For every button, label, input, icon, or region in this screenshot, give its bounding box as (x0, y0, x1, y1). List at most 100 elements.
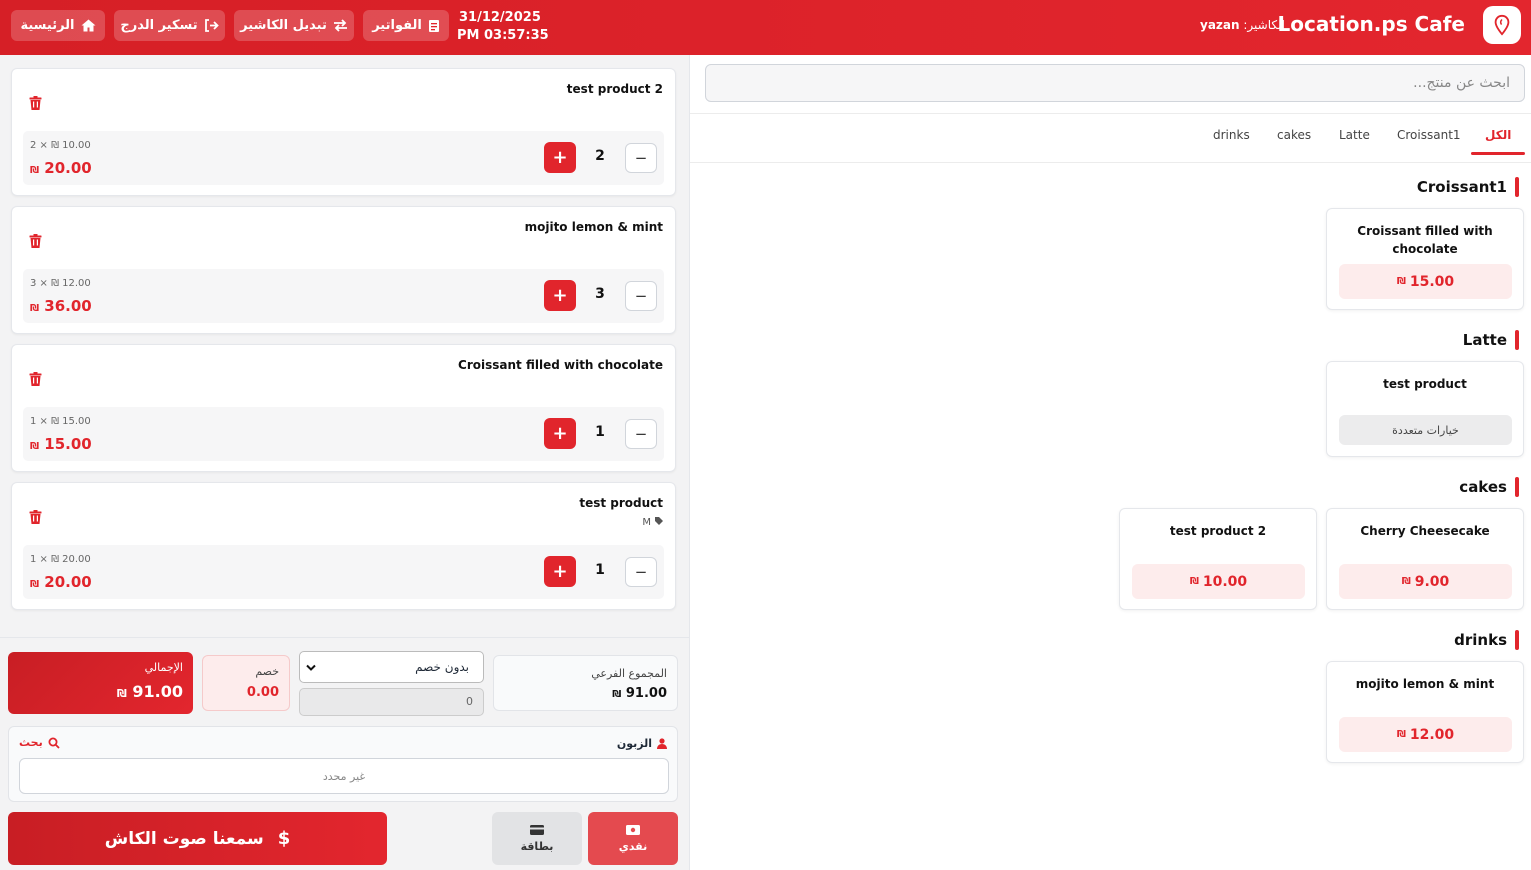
product-card[interactable]: test product خيارات متعددة (1326, 361, 1524, 457)
total-box: الإجمالي ₪ 91.00 (8, 652, 193, 714)
customer-label: الزبون (616, 737, 652, 750)
product-options-badge: خيارات متعددة (1339, 415, 1512, 445)
product-card[interactable]: test product 2 ₪ 10.00 (1119, 508, 1317, 610)
time-text: PM 03:57:35 (457, 28, 549, 43)
cart-item: Croissant filled with chocolate 1 × ₪ 15.… (11, 344, 676, 472)
products-panel: ابحث عن منتج... الكل Croissant1 Latte cakes… (689, 55, 1531, 870)
money-bill-icon (626, 824, 640, 835)
category-tab[interactable]: cakes (1277, 128, 1311, 142)
cashier-name: yazan (1200, 18, 1240, 32)
product-price: ₪ 9.00 (1339, 564, 1512, 599)
decrease-qty-button[interactable]: − (625, 557, 657, 587)
product-name: Croissant filled with chocolate (1357, 224, 1493, 256)
invoices-button[interactable]: الفواتير (363, 10, 449, 41)
invoices-label: الفواتير (372, 18, 422, 33)
customer-label-row: الزبون (617, 737, 667, 750)
currency-symbol: ₪ (1396, 729, 1406, 740)
currency-symbol: ₪ (1401, 576, 1411, 587)
discount-select[interactable]: بدون خصم (299, 651, 484, 683)
section-accent-bar (1515, 177, 1519, 197)
cart-list: test product 22 × ₪ 10.00 ₪ 20.00 +2− mojit… (0, 55, 689, 637)
discount-box: خصم 0.00 (202, 655, 290, 711)
discount-select-value: بدون خصم (415, 660, 469, 674)
discount-label: خصم (255, 665, 279, 678)
variant-label: M (642, 517, 651, 528)
cart-panel: test product 22 × ₪ 10.00 ₪ 20.00 +2− mojit… (0, 55, 689, 870)
category-tab[interactable]: Croissant1 (1397, 128, 1461, 142)
tag-icon (655, 517, 663, 528)
datetime: 31/12/2025 PM 03:57:35 (457, 9, 549, 45)
customer-search-label: بحث (19, 736, 43, 749)
search-icon (48, 737, 60, 749)
cashier-label: الكاشير: (1243, 18, 1285, 32)
quantity-value: 1 (595, 562, 605, 578)
currency-symbol: ₪ (1189, 576, 1199, 587)
section-heading: cakes (1459, 477, 1519, 497)
increase-qty-button[interactable]: + (544, 280, 576, 311)
cart-item: mojito lemon & mint 3 × ₪ 12.00 ₪ 36.00 +3 − (11, 206, 676, 334)
cart-item-unit-price: 3 × ₪ 12.00 (30, 278, 91, 289)
trash-icon[interactable] (29, 95, 42, 114)
close-drawer-button[interactable]: تسكير الدرج (114, 10, 225, 41)
cart-item-unit-price: 1 × ₪ 15.00 (30, 416, 91, 427)
customer-search-link[interactable]: بحث (19, 736, 60, 749)
order-summary: الإجمالي ₪ 91.00 خصم 0.00 بدون خصم 0 الم… (0, 637, 689, 870)
checkout-button[interactable]: $ سمعنا صوت الكاش (8, 812, 387, 865)
product-card[interactable]: mojito lemon & mint ₪ 12.00 (1326, 661, 1524, 763)
cart-item-unit-price: 2 × ₪ 10.00 (30, 140, 91, 151)
product-card[interactable]: Cherry Cheesecake ₪ 9.00 (1326, 508, 1524, 610)
cart-item-name: mojito lemon & mint (524, 220, 663, 234)
swap-arrows-icon (333, 19, 347, 32)
cashier-info: الكاشير: yazan (1200, 18, 1285, 32)
card-payment-button[interactable]: بطاقة (492, 812, 582, 865)
decrease-qty-button[interactable]: − (625, 143, 657, 173)
currency-symbol: ₪ (1396, 276, 1406, 287)
currency-symbol: ₪ (30, 441, 40, 452)
product-price: ₪ 12.00 (1339, 717, 1512, 752)
currency-symbol: ₪ (30, 165, 40, 176)
currency-symbol: ₪ (30, 579, 40, 590)
section-title: drinks (1454, 631, 1507, 649)
receipt-icon (428, 19, 439, 32)
subtotal-value: ₪ 91.00 (612, 686, 667, 701)
quantity-value: 3 (595, 286, 605, 302)
cart-item-controls: 3 × ₪ 12.00 ₪ 36.00 +3 − (23, 269, 664, 323)
total-label: الإجمالي (144, 661, 183, 674)
product-name: test product (1383, 377, 1467, 391)
category-tabs: الكل Croissant1 Latte cakes drinks (690, 113, 1531, 163)
trash-icon[interactable] (29, 233, 42, 252)
section-title: cakes (1459, 478, 1507, 496)
product-price: ₪ 10.00 (1132, 564, 1305, 599)
subtotal-label: المجموع الفرعي (591, 667, 667, 680)
total-value: ₪ 91.00 (116, 682, 183, 701)
increase-qty-button[interactable]: + (544, 556, 576, 587)
product-card[interactable]: Croissant filled with chocolate ₪ 15.00 (1326, 208, 1524, 310)
category-tab[interactable]: drinks (1213, 128, 1250, 142)
date-text: 31/12/2025 (459, 10, 541, 25)
discount-amount-input[interactable]: 0 (299, 688, 484, 716)
cart-item-total: ₪ 36.00 (30, 297, 92, 315)
trash-icon[interactable] (29, 371, 42, 390)
decrease-qty-button[interactable]: − (625, 419, 657, 449)
user-icon (657, 738, 667, 749)
increase-qty-button[interactable]: + (544, 418, 576, 449)
home-button[interactable]: الرئيسية (11, 10, 105, 41)
subtotal-box: المجموع الفرعي ₪ 91.00 (493, 655, 678, 711)
product-name: test product 2 (1169, 524, 1267, 538)
cash-payment-button[interactable]: نقدي (588, 812, 678, 865)
currency-symbol: ₪ (30, 303, 40, 314)
product-search-input[interactable]: ابحث عن منتج... (705, 64, 1525, 102)
credit-card-icon (530, 824, 544, 835)
customer-field[interactable]: غير محدد (19, 758, 669, 794)
cart-item-variant: M (642, 517, 663, 528)
product-price-value: 12.00 (1409, 726, 1455, 743)
trash-icon[interactable] (29, 509, 42, 528)
switch-cashier-label: تبديل الكاشير (240, 18, 327, 33)
category-tab[interactable]: الكل (1485, 128, 1511, 142)
decrease-qty-button[interactable]: − (625, 281, 657, 311)
checkout-label: سمعنا صوت الكاش (104, 828, 264, 849)
switch-cashier-button[interactable]: تبديل الكاشير (234, 10, 354, 41)
cart-item-controls: 1 × ₪ 20.00 ₪ 20.00 +1 − (23, 545, 664, 599)
increase-qty-button[interactable]: + (544, 142, 576, 173)
category-tab[interactable]: Latte (1339, 128, 1370, 142)
